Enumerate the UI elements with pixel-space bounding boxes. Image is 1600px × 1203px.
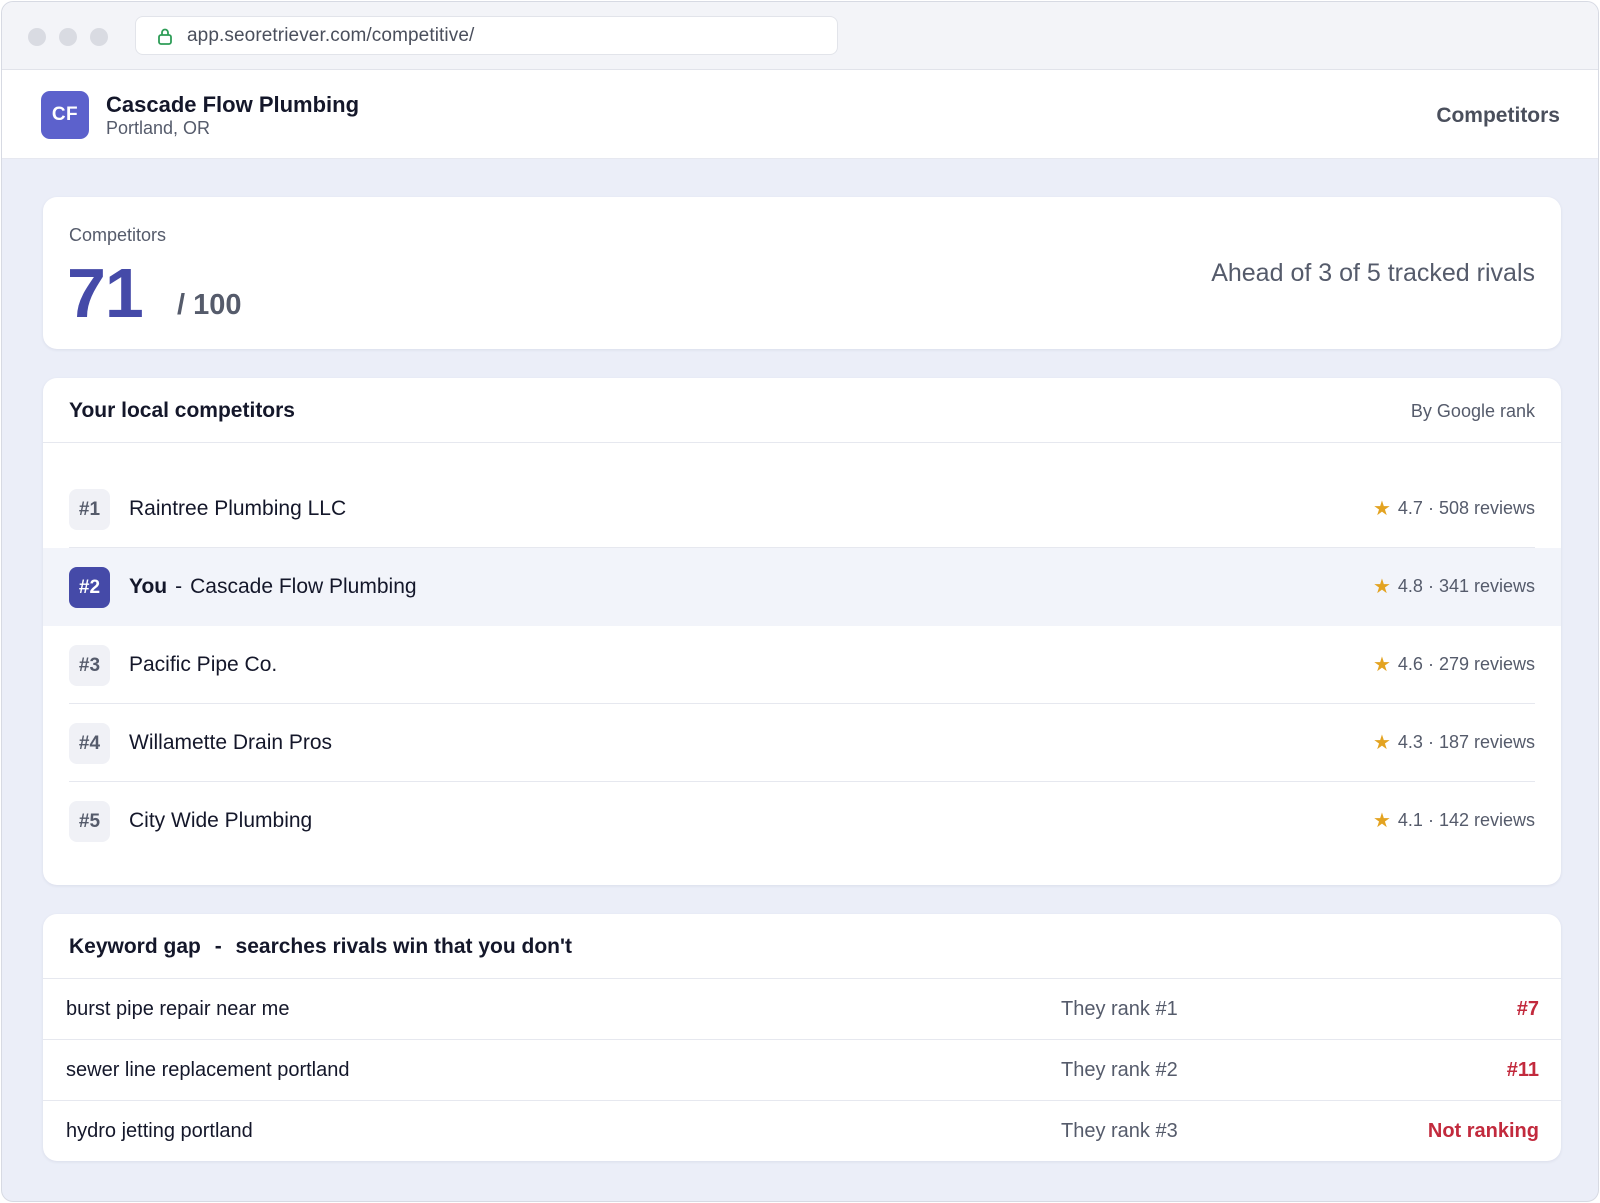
rival-rank: They rank #2 [1061, 1059, 1178, 1081]
star-icon: ★ [1372, 809, 1391, 832]
rank-badge: #2 [69, 567, 110, 608]
competitors-card: Your local competitors By Google rank #1… [43, 378, 1561, 885]
window-close-dot[interactable] [28, 28, 46, 46]
competitor-rating: ★ 4.1 · 142 reviews [1373, 810, 1535, 831]
rating-text: 4.7 · 508 reviews [1397, 498, 1535, 518]
keyword-row[interactable]: hydro jetting portland They rank #3 Not … [43, 1101, 1561, 1161]
keyword-gap-subtitle: searches rivals win that you don't [235, 935, 572, 958]
rating-text: 4.8 · 341 reviews [1397, 576, 1535, 596]
keyword-row[interactable]: sewer line replacement portland They ran… [43, 1040, 1561, 1101]
rank-badge: #4 [69, 723, 110, 764]
competitors-card-header: Your local competitors By Google rank [43, 378, 1561, 443]
rank-badge: #5 [69, 801, 110, 842]
competitor-score-card: Competitors 71 / 100 Ahead of 3 of 5 tra… [43, 197, 1561, 349]
score-summary: Ahead of 3 of 5 tracked rivals [1211, 259, 1535, 287]
competitor-row[interactable]: #5 City Wide Plumbing ★ 4.1 · 142 review… [43, 782, 1561, 860]
score-value: 71 [67, 254, 144, 332]
rival-rank: They rank #1 [1061, 998, 1178, 1020]
competitor-name: Raintree Plumbing LLC [129, 497, 347, 520]
your-rank: #7 [1516, 998, 1539, 1020]
competitor-rating: ★ 4.3 · 187 reviews [1373, 732, 1535, 753]
rival-rank: They rank #3 [1061, 1120, 1178, 1142]
rank-badge: #1 [69, 489, 110, 530]
score-max: / 100 [177, 289, 242, 321]
keyword-gap-card: Keyword gap - searches rivals win that y… [43, 914, 1561, 1161]
competitor-rating: ★ 4.6 · 279 reviews [1373, 654, 1535, 675]
competitor-name: You - Cascade Flow Plumbing [129, 575, 417, 599]
sort-label[interactable]: By Google rank [1411, 401, 1535, 422]
keyword-row[interactable]: burst pipe repair near me They rank #1 #… [43, 979, 1561, 1040]
keyword-gap-title: Keyword gap - searches rivals win that y… [69, 935, 572, 959]
rating-text: 4.6 · 279 reviews [1397, 654, 1535, 674]
nav-competitors[interactable]: Competitors [1436, 104, 1560, 128]
star-icon: ★ [1372, 731, 1391, 754]
competitor-rating: ★ 4.7 · 508 reviews [1373, 498, 1535, 519]
window-minimize-dot[interactable] [59, 28, 77, 46]
competitor-row[interactable]: #1 Raintree Plumbing LLC ★ 4.7 · 508 rev… [43, 470, 1561, 548]
score-label: Competitors [69, 225, 167, 245]
you-separator: - [175, 575, 183, 598]
window-maximize-dot[interactable] [90, 28, 108, 46]
your-rank: Not ranking [1427, 1120, 1539, 1142]
competitor-name: Willamette Drain Pros [129, 731, 333, 754]
lock-icon [158, 28, 172, 45]
url-text[interactable]: app.seoretriever.com/competitive/ [187, 25, 474, 47]
address-bar[interactable]: app.seoretriever.com/competitive/ [135, 16, 838, 55]
star-icon: ★ [1372, 497, 1391, 520]
competitor-name: City Wide Plumbing [129, 809, 313, 832]
keyword-gap-header: Keyword gap - searches rivals win that y… [43, 914, 1561, 979]
keyword-gap-title-main: Keyword gap [69, 935, 201, 958]
browser-window: app.seoretriever.com/competitive/ CF Cas… [1, 1, 1599, 1202]
rank-badge: #3 [69, 645, 110, 686]
business-location: Portland, OR [106, 118, 211, 138]
business-name: Cascade Flow Plumbing [106, 92, 360, 117]
your-rank: #11 [1506, 1059, 1539, 1081]
star-icon: ★ [1372, 575, 1391, 598]
keyword-term: sewer line replacement portland [66, 1059, 350, 1081]
business-logo[interactable]: CF [41, 91, 89, 139]
competitor-row-you[interactable]: #2 You - Cascade Flow Plumbing ★ 4.8 · 341… [43, 548, 1561, 626]
competitor-name: Pacific Pipe Co. [129, 653, 278, 676]
competitor-row[interactable]: #3 Pacific Pipe Co. ★ 4.6 · 279 reviews [43, 626, 1561, 704]
competitors-title: Your local competitors [69, 399, 295, 422]
your-business-name: Cascade Flow Plumbing [190, 575, 417, 598]
rating-text: 4.3 · 187 reviews [1397, 732, 1535, 752]
browser-chrome: app.seoretriever.com/competitive/ [2, 2, 1598, 70]
competitor-row[interactable]: #4 Willamette Drain Pros ★ 4.3 · 187 rev… [43, 704, 1561, 782]
rating-text: 4.1 · 142 reviews [1397, 810, 1535, 830]
keyword-term: burst pipe repair near me [66, 998, 290, 1020]
competitor-rating: ★ 4.8 · 341 reviews [1373, 576, 1535, 597]
star-icon: ★ [1372, 653, 1391, 676]
keyword-term: hydro jetting portland [66, 1120, 253, 1142]
you-tag: You [129, 575, 168, 598]
keyword-gap-separator: - [214, 935, 222, 958]
app-header: CF Cascade Flow Plumbing Portland, OR Co… [2, 70, 1598, 159]
